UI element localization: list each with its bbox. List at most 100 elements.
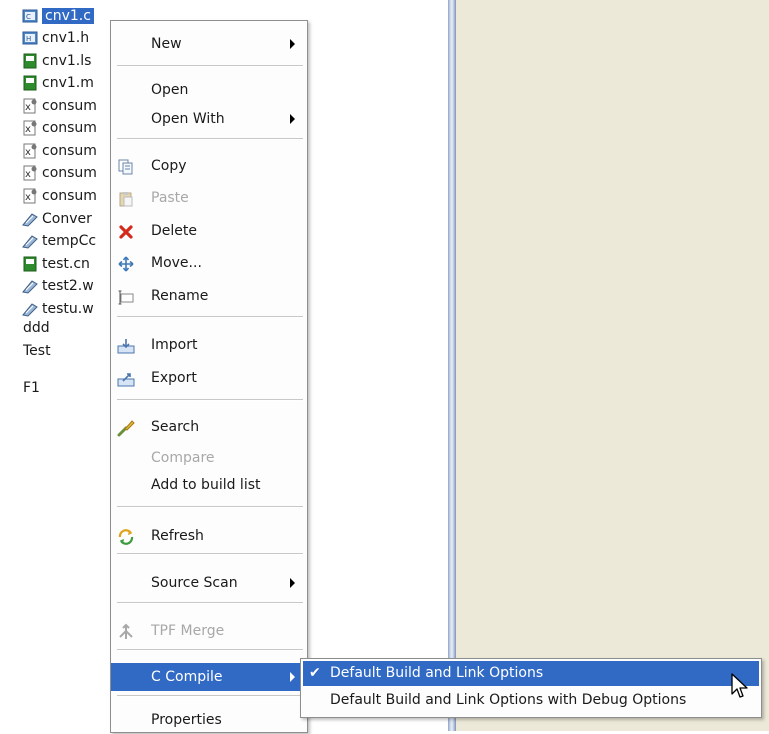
menu-item-move[interactable]: Move... [111,249,307,277]
menu-item-label: Open [151,82,189,98]
svg-text:x: x [25,124,31,135]
tree-item-file[interactable]: cnv1.ls [22,51,91,71]
editor-area [456,0,769,731]
tree-item-file[interactable]: x consum [22,118,97,138]
menu-item-label: New [151,36,182,52]
menu-item-open[interactable]: Open [111,76,307,104]
listing-file-icon [22,75,38,91]
copy-icon [117,158,135,176]
tree-item-file[interactable]: test.cn [22,254,90,274]
tree-item-label: cnv1.h [42,30,90,46]
import-icon [117,337,135,355]
tree-item-label: tempCc [42,233,97,249]
tree-item-file[interactable]: test2.w [22,276,94,296]
menu-item-open-with[interactable]: Open With [111,105,307,133]
wizard-file-icon [22,301,38,317]
menu-item-label: Source Scan [151,575,238,591]
context-menu: New Open Open With Copy Paste Delete Move... Re… [110,20,308,733]
menu-item-search[interactable]: Search [111,413,307,441]
menu-item-label: Open With [151,111,225,127]
menu-item-add-to-build-list[interactable]: Add to build list [111,471,307,499]
menu-separator [117,399,303,401]
menu-item-properties[interactable]: Properties [111,706,307,734]
menu-item-export[interactable]: Export [111,364,307,392]
menu-item-refresh[interactable]: Refresh [111,522,307,550]
export-icon [117,370,135,388]
menu-item-compare: Compare [111,444,307,472]
submenu-item-label: Default Build and Link Options [330,665,544,681]
svg-text:x: x [25,169,31,180]
tree-item-file[interactable]: x consum [22,141,97,161]
listing-file-icon [22,256,38,272]
tree-item-ddd[interactable]: ddd [23,320,50,336]
c-compile-submenu: ✔ Default Build and Link Options Default B… [300,658,762,718]
menu-item-label: Add to build list [151,477,261,493]
menu-separator [117,506,303,508]
tree-item-test[interactable]: Test [23,343,51,359]
menu-item-label: Copy [151,158,187,174]
panel-divider[interactable] [448,0,456,731]
menu-item-label: Delete [151,223,197,239]
menu-separator [117,602,303,604]
tree-item-label: cnv1.c [42,8,94,24]
menu-item-label: TPF Merge [151,623,225,639]
tree-item-file[interactable]: x consum [22,163,97,183]
wizard-file-icon [22,233,38,249]
c-source-file-icon: C [22,8,38,24]
menu-item-label: Properties [151,712,222,728]
menu-separator [117,138,303,140]
submenu-arrow-icon [290,672,295,682]
submenu-item-default-build[interactable]: ✔ Default Build and Link Options [303,661,759,686]
menu-item-label: Rename [151,288,209,304]
paste-icon [117,190,135,208]
tree-item-file[interactable]: x consum [22,96,97,116]
tree-item-label: test2.w [42,278,94,294]
refresh-icon [117,528,135,546]
script-file-icon: x [22,98,38,114]
svg-text:x: x [25,192,31,203]
tree-item-file[interactable]: cnv1.m [22,73,94,93]
menu-item-copy[interactable]: Copy [111,152,307,180]
tree-item-label: cnv1.ls [42,53,92,69]
menu-item-label: Compare [151,450,215,466]
tree-item-file[interactable]: Ccnv1.c [22,6,94,26]
tree-item-label: consum [42,120,97,136]
menu-item-label: Search [151,419,200,435]
tree-item-file[interactable]: testu.w [22,299,94,319]
menu-item-label: C Compile [151,669,223,685]
svg-text:x: x [25,102,31,113]
menu-item-paste: Paste [111,184,307,212]
svg-text:x: x [25,147,31,158]
menu-separator [117,553,303,555]
submenu-arrow-icon [290,114,295,124]
tree-item-label: consum [42,98,97,114]
menu-item-delete[interactable]: Delete [111,217,307,245]
svg-text:C: C [26,13,31,21]
tree-item-label: consum [42,165,97,181]
script-file-icon: x [22,165,38,181]
menu-item-rename[interactable]: Rename [111,282,307,310]
menu-item-import[interactable]: Import [111,331,307,359]
merge-icon [117,623,135,641]
tree-item-label: consum [42,188,97,204]
svg-text:H: H [26,35,31,43]
tree-item-file[interactable]: tempCc [22,231,96,251]
menu-item-source-scan[interactable]: Source Scan [111,569,307,597]
tree-item-file[interactable]: Conver [22,209,92,229]
tree-item-f1[interactable]: F1 [23,380,40,396]
tree-item-label: testu.w [42,301,94,317]
submenu-item-default-build-debug[interactable]: Default Build and Link Options with Debu… [303,688,759,713]
menu-separator [117,65,303,67]
menu-item-c-compile[interactable]: C Compile [111,663,307,691]
submenu-item-label: Default Build and Link Options with Debu… [330,692,687,708]
menu-item-label: Paste [151,190,189,206]
tree-item-file[interactable]: x consum [22,186,97,206]
rename-icon [117,288,135,306]
tree-item-file[interactable]: Hcnv1.h [22,28,89,48]
script-file-icon: x [22,143,38,159]
listing-file-icon [22,53,38,69]
script-file-icon: x [22,120,38,136]
menu-item-new[interactable]: New [111,30,307,58]
tree-item-label: cnv1.m [42,75,94,91]
c-header-file-icon: H [22,30,38,46]
